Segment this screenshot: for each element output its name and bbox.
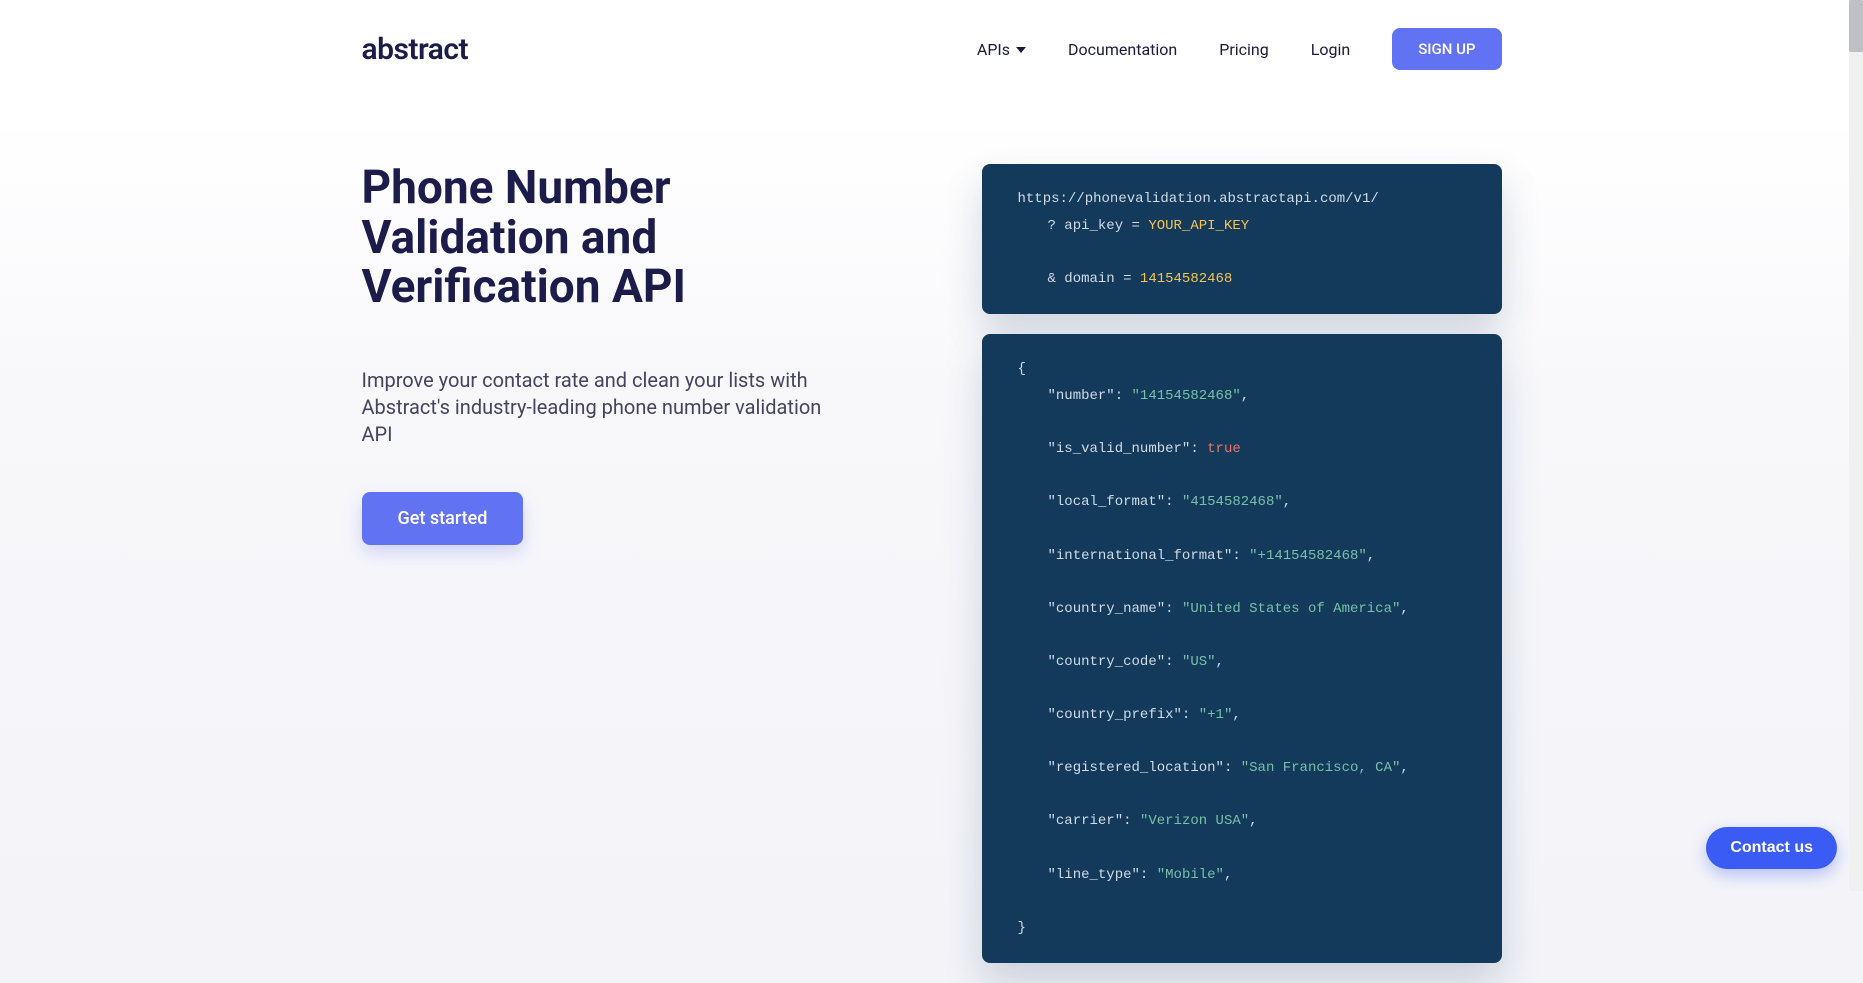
nav-link-documentation[interactable]: Documentation <box>1068 40 1177 59</box>
response-row-sep: : <box>1232 548 1249 564</box>
response-row-value: "Mobile" <box>1157 867 1224 883</box>
scrollbar-track[interactable] <box>1849 0 1863 891</box>
request-code-block: https://phonevalidation.abstractapi.com/… <box>982 164 1502 314</box>
response-row-sep: : <box>1190 441 1207 457</box>
response-row: "carrier": "Verizon USA", <box>1018 808 1466 835</box>
page-subtitle: Improve your contact rate and clean your… <box>362 367 822 448</box>
response-row-value: "4154582468" <box>1182 494 1283 510</box>
response-row-trail: , <box>1241 388 1249 404</box>
response-row: "is_valid_number": true <box>1018 436 1466 463</box>
response-row-key: "country_prefix" <box>1048 707 1182 723</box>
request-param1-prefix: ? api_key = <box>1048 218 1149 234</box>
response-row: "local_format": "4154582468", <box>1018 489 1466 516</box>
response-close-brace: } <box>1018 920 1026 936</box>
response-row-key: "country_code" <box>1048 654 1166 670</box>
response-row-value: "14154582468" <box>1132 388 1241 404</box>
response-row-key: "number" <box>1048 388 1115 404</box>
response-row-sep: : <box>1165 494 1182 510</box>
response-row-trail: , <box>1216 654 1224 670</box>
scrollbar-thumb[interactable] <box>1849 0 1863 52</box>
chevron-down-icon <box>1016 47 1026 53</box>
response-row-key: "carrier" <box>1048 813 1124 829</box>
response-row-sep: : <box>1165 654 1182 670</box>
top-nav: abstract APIs Documentation Pricing Logi… <box>0 0 1863 98</box>
response-code-block: { "number": "14154582468", "is_valid_num… <box>982 334 1502 963</box>
request-url: https://phonevalidation.abstractapi.com/… <box>1018 191 1379 207</box>
response-row-key: "country_name" <box>1048 601 1166 617</box>
response-row: "line_type": "Mobile", <box>1018 862 1466 889</box>
signup-button[interactable]: SIGN UP <box>1392 28 1501 70</box>
get-started-button[interactable]: Get started <box>362 492 524 545</box>
response-row-sep: : <box>1140 867 1157 883</box>
nav-link-apis-label: APIs <box>977 40 1010 59</box>
nav-link-login[interactable]: Login <box>1311 40 1350 59</box>
response-row-trail: , <box>1367 548 1375 564</box>
response-row-value: true <box>1207 441 1241 457</box>
request-param1-value: YOUR_API_KEY <box>1148 218 1249 234</box>
response-row-key: "international_format" <box>1048 548 1233 564</box>
response-row-key: "registered_location" <box>1048 760 1224 776</box>
response-row-key: "line_type" <box>1048 867 1140 883</box>
response-row-sep: : <box>1182 707 1199 723</box>
response-row-sep: : <box>1224 760 1241 776</box>
nav-links: APIs Documentation Pricing Login SIGN UP <box>977 28 1502 70</box>
response-row-trail: , <box>1232 707 1240 723</box>
response-row-sep: : <box>1115 388 1132 404</box>
response-row-trail: , <box>1224 867 1232 883</box>
response-row: "registered_location": "San Francisco, C… <box>1018 755 1466 782</box>
nav-link-apis[interactable]: APIs <box>977 40 1026 59</box>
response-row-value: "+1" <box>1199 707 1233 723</box>
response-row-sep: : <box>1123 813 1140 829</box>
response-row-trail: , <box>1283 494 1291 510</box>
nav-link-pricing[interactable]: Pricing <box>1219 40 1269 59</box>
response-row: "number": "14154582468", <box>1018 383 1466 410</box>
hero-section: Phone Number Validation and Verification… <box>362 164 862 545</box>
response-open-brace: { <box>1018 361 1026 377</box>
response-row: "international_format": "+14154582468", <box>1018 543 1466 570</box>
logo[interactable]: abstract <box>362 32 469 67</box>
response-row-value: "US" <box>1182 654 1216 670</box>
request-param2-value: 14154582468 <box>1140 271 1232 287</box>
page-title: Phone Number Validation and Verification… <box>362 164 862 313</box>
response-row: "country_code": "US", <box>1018 649 1466 676</box>
response-row-key: "local_format" <box>1048 494 1166 510</box>
response-row-value: "+14154582468" <box>1249 548 1367 564</box>
nav-inner: abstract APIs Documentation Pricing Logi… <box>362 28 1502 70</box>
request-param2-prefix: & domain = <box>1048 271 1140 287</box>
response-row: "country_name": "United States of Americ… <box>1018 596 1466 623</box>
response-row-key: "is_valid_number" <box>1048 441 1191 457</box>
response-row: "country_prefix": "+1", <box>1018 702 1466 729</box>
response-row-value: "San Francisco, CA" <box>1241 760 1401 776</box>
response-row-trail: , <box>1249 813 1257 829</box>
response-row-value: "United States of America" <box>1182 601 1400 617</box>
main-content: Phone Number Validation and Verification… <box>362 98 1502 983</box>
code-column: https://phonevalidation.abstractapi.com/… <box>982 164 1502 983</box>
response-row-value: "Verizon USA" <box>1140 813 1249 829</box>
contact-us-button[interactable]: Contact us <box>1706 827 1837 869</box>
response-row-trail: , <box>1400 601 1408 617</box>
response-row-sep: : <box>1165 601 1182 617</box>
response-row-trail: , <box>1400 760 1408 776</box>
